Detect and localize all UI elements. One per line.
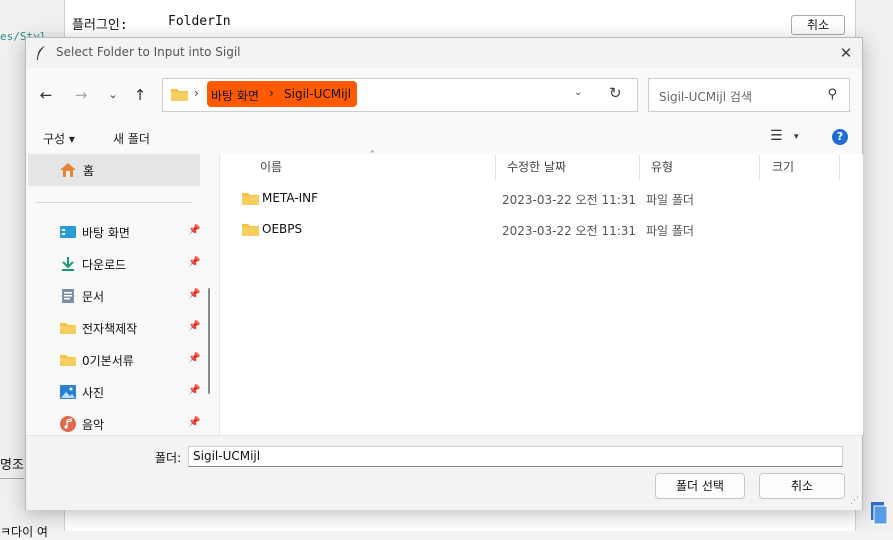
column-header-type[interactable]: 유형 [651, 158, 673, 175]
background-bottom-text: ㅋ다이 여 [0, 525, 48, 539]
sidebar-item-basic-docs-folder[interactable]: 0기본서류 📌 [28, 346, 200, 374]
folder-icon [60, 355, 76, 366]
folder-icon [242, 224, 259, 236]
close-icon[interactable]: ✕ [836, 43, 856, 63]
file-name: OEBPS [262, 222, 303, 236]
search-placeholder: Sigil-UCMijl 검색 [659, 90, 752, 104]
pin-icon[interactable]: 📌 [188, 417, 200, 428]
download-icon [62, 257, 74, 271]
command-bar: 구성 ▾ 새 폴더 ☰ ▾ ? [26, 122, 862, 154]
sidebar-item-downloads[interactable]: 다운로드 📌 [28, 250, 200, 278]
view-options-icon[interactable]: ☰ [770, 128, 783, 144]
table-row[interactable]: OEBPS 2023-03-22 오전 11:31 파일 폴더 [220, 215, 863, 245]
folder-name-input[interactable]: Sigil-UCMijl [188, 446, 843, 467]
desktop-icon [60, 226, 76, 238]
music-icon [60, 416, 76, 432]
background-cancel-button[interactable]: 취소 [791, 15, 845, 35]
sidebar-item-label: 음악 [82, 418, 105, 432]
pin-icon[interactable]: 📌 [188, 353, 200, 364]
pin-icon[interactable]: 📌 [188, 257, 200, 268]
pin-icon[interactable]: 📌 [188, 321, 200, 332]
background-left-text: 명조 [0, 458, 24, 473]
file-type: 파일 폴더 [646, 224, 694, 238]
sidebar-item-label: 문서 [82, 290, 105, 304]
background-divider [0, 478, 24, 479]
sort-ascending-icon: ˄ [370, 150, 375, 161]
folder-field-label: 폴더: [155, 451, 182, 465]
file-date: 2023-03-22 오전 11:31 [502, 193, 637, 207]
sidebar-item-label: 다운로드 [82, 258, 127, 272]
help-icon[interactable]: ? [832, 129, 848, 145]
sidebar-item-label: 홈 [83, 164, 95, 178]
pictures-icon [60, 385, 76, 399]
folder-picker-dialog: Select Folder to Input into Sigil ✕ ← → … [25, 37, 863, 510]
back-arrow-icon[interactable]: ← [36, 85, 56, 105]
breadcrumb-separator[interactable]: › [269, 86, 274, 100]
address-bar[interactable]: › 바탕 화면 › Sigil-UCMijl ⌄ ↻ [162, 78, 638, 112]
sidebar-item-music[interactable]: 음악 📌 [28, 410, 200, 435]
sidebar-item-label: 전자책제작 [82, 322, 138, 336]
file-list: ˄ 이름 수정한 날짜 유형 크기 META-INF 2023-03-22 오전… [219, 150, 863, 435]
pin-icon[interactable]: 📌 [188, 385, 200, 396]
dialog-title: Select Folder to Input into Sigil [56, 45, 241, 59]
column-header-size[interactable]: 크기 [772, 158, 794, 175]
sidebar-item-ebook-folder[interactable]: 전자책제작 📌 [28, 314, 200, 342]
navigation-bar: ← → ⌄ ↑ › 바탕 화면 › Sigil-UCMijl ⌄ ↻ Sigil… [26, 68, 862, 122]
organize-menu-button[interactable]: 구성 ▾ [43, 130, 75, 147]
view-options-chevron-icon[interactable]: ▾ [794, 132, 799, 142]
document-stack-icon [871, 502, 888, 525]
column-separator[interactable] [839, 154, 840, 180]
address-dropdown-icon[interactable]: ⌄ [574, 87, 582, 98]
column-separator[interactable] [639, 154, 640, 180]
column-header-date[interactable]: 수정한 날짜 [507, 158, 566, 175]
new-folder-button[interactable]: 새 폴더 [113, 130, 150, 147]
cancel-button[interactable]: 취소 [759, 473, 845, 499]
column-header-name[interactable]: 이름 [260, 158, 282, 175]
plugin-value: FolderIn [168, 14, 231, 29]
file-name: META-INF [262, 191, 319, 205]
sidebar-divider [36, 202, 192, 203]
sidebar-item-home[interactable]: 홈 [28, 154, 200, 186]
sidebar-item-desktop[interactable]: 바탕 화면 📌 [28, 218, 200, 246]
refresh-icon[interactable]: ↻ [609, 84, 622, 102]
dialog-footer: 폴더: Sigil-UCMijl 폴더 선택 취소 ⋰ [26, 435, 862, 510]
resize-grip-icon[interactable]: ⋰ [850, 496, 859, 506]
search-input[interactable]: Sigil-UCMijl 검색 ⚲ [648, 78, 850, 112]
column-separator[interactable] [759, 154, 760, 180]
pin-icon[interactable]: 📌 [188, 289, 200, 300]
navigation-pane: 홈 바탕 화면 📌 다운로드 📌 문서 📌 전자책제작 📌 0기본서류 📌 사진… [26, 154, 210, 435]
recent-locations-chevron-icon[interactable]: ⌄ [103, 85, 123, 105]
sidebar-scrollbar[interactable] [208, 288, 210, 394]
document-icon [62, 289, 74, 303]
sidebar-item-pictures[interactable]: 사진 📌 [28, 378, 200, 406]
file-date: 2023-03-22 오전 11:31 [502, 224, 637, 238]
breadcrumb-desktop[interactable]: 바탕 화면 [211, 87, 259, 104]
column-separator[interactable] [495, 154, 496, 180]
folder-icon [171, 89, 188, 101]
dialog-titlebar[interactable]: Select Folder to Input into Sigil ✕ [26, 38, 862, 68]
sidebar-item-label: 사진 [82, 386, 105, 400]
sidebar-item-label: 바탕 화면 [82, 226, 130, 240]
breadcrumb-current-folder[interactable]: Sigil-UCMijl [284, 87, 351, 101]
folder-icon [242, 193, 259, 205]
sidebar-item-label: 0기본서류 [82, 354, 134, 368]
folder-icon [60, 323, 76, 334]
pin-icon[interactable]: 📌 [188, 225, 200, 236]
home-icon [60, 163, 76, 177]
breadcrumb-separator: › [194, 86, 199, 100]
file-type: 파일 폴더 [646, 193, 694, 207]
table-row[interactable]: META-INF 2023-03-22 오전 11:31 파일 폴더 [220, 184, 863, 214]
select-folder-button[interactable]: 폴더 선택 [655, 473, 745, 499]
sigil-feather-icon [37, 46, 45, 60]
forward-arrow-icon[interactable]: → [71, 85, 91, 105]
up-arrow-icon[interactable]: ↑ [130, 85, 150, 105]
search-icon[interactable]: ⚲ [827, 87, 837, 102]
plugin-label: 플러그인: [72, 18, 128, 33]
sidebar-item-documents[interactable]: 문서 📌 [28, 282, 200, 310]
